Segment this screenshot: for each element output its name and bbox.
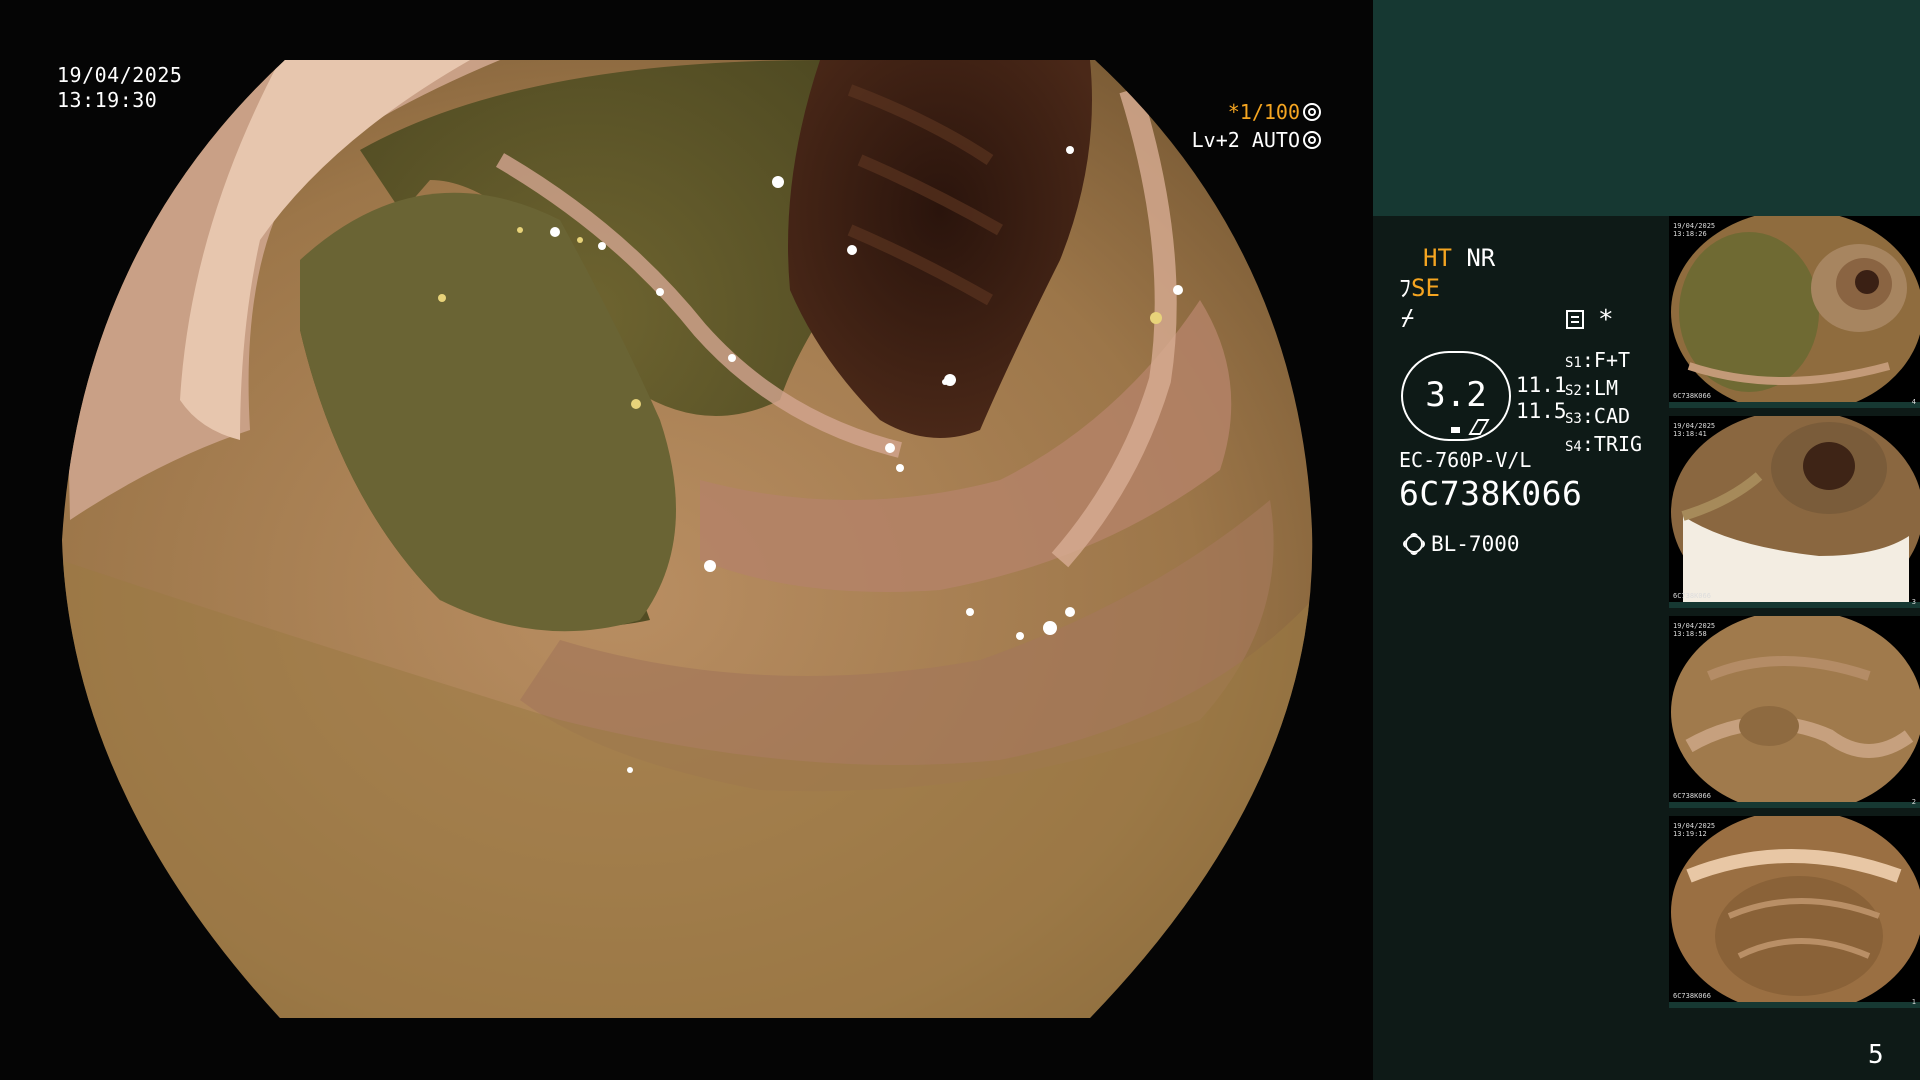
thumbnail-index: 4 — [1911, 398, 1916, 406]
shutter-line: *1/100 — [1192, 98, 1321, 126]
thumbnail-index: 3 — [1911, 598, 1916, 606]
gauge-readout-1: 11.1 — [1516, 373, 1567, 397]
thumbnail[interactable]: 19/04/2025 13:18:41 6C738K066 3 — [1669, 416, 1920, 608]
thumbnail-datetime: 19/04/2025 13:19:12 — [1673, 822, 1716, 838]
capture-thumbnails: 19/04/2025 13:18:26 6C738K066 4 19/04/202… — [1669, 216, 1920, 1016]
iris-line: Lv+2 AUTO — [1192, 126, 1321, 154]
thumbnail-bar — [1669, 402, 1920, 408]
scope-serial: 6C738K066 — [1399, 474, 1583, 513]
time-text: 13:19:30 — [57, 88, 158, 112]
mode-ht: HT — [1423, 244, 1452, 272]
switch-row: S4:TRIG — [1565, 432, 1643, 456]
thumbnail-serial: 6C738K066 — [1673, 992, 1711, 1000]
scope-model: EC-760P-V/L — [1399, 448, 1532, 472]
thumbnail-index: 1 — [1911, 998, 1916, 1006]
thumbnail-bar — [1669, 602, 1920, 608]
exposure-info: *1/100 Lv+2 AUTO — [1192, 98, 1321, 154]
thumbnail-image — [1671, 616, 1920, 808]
shutter-speed: 1/100 — [1239, 100, 1300, 124]
endoscope-image — [62, 60, 1313, 1018]
magnification-gauge: 3.2 — [1401, 351, 1511, 441]
thumbnail-image — [1671, 216, 1920, 408]
thumbnail-datetime: 19/04/2025 13:18:58 — [1673, 622, 1716, 638]
endoscope-view: 19/04/2025 13:19:30 *1/100 Lv+2 AUTO — [0, 0, 1373, 1080]
switch-row: S2:LM — [1565, 376, 1618, 400]
thumbnail[interactable]: 19/04/2025 13:18:26 6C738K066 4 — [1669, 216, 1920, 408]
mode-se: SE — [1411, 274, 1440, 302]
star-marker: * — [1598, 305, 1614, 335]
thumbnail-serial: 6C738K066 — [1673, 592, 1711, 600]
gauge-readout-2: 11.5 — [1516, 399, 1567, 423]
structure-enhance-line: ﾌSE — [1399, 274, 1440, 302]
thumbnail-index: 2 — [1911, 798, 1916, 806]
image-counter: 5 — [1868, 1040, 1884, 1070]
iris-mode: Lv+2 AUTO — [1191, 128, 1300, 152]
gauge-flag-icon — [1468, 419, 1490, 435]
light-source: BL-7000 — [1399, 532, 1520, 556]
light-source-model: BL-7000 — [1431, 532, 1520, 556]
thumbnail-bar — [1669, 802, 1920, 808]
date-text: 19/04/2025 — [57, 63, 183, 87]
shutter-prefix: * — [1227, 100, 1240, 124]
function-icon: ⌿ — [1401, 306, 1415, 331]
thumbnail-image — [1671, 416, 1920, 608]
gauge-readouts: 11.1 11.5 — [1516, 372, 1567, 424]
thumbnail-serial: 6C738K066 — [1673, 392, 1711, 400]
thumbnail-image — [1671, 816, 1920, 1008]
thumbnail[interactable]: 19/04/2025 13:19:12 6C738K066 1 — [1669, 816, 1920, 1008]
switch-assignments: S1:F+T S2:LM S3:CAD S4:TRIG — [1565, 348, 1642, 460]
mode-nr: NR — [1466, 244, 1496, 272]
iris-icon — [1303, 131, 1321, 149]
thumbnail-datetime: 19/04/2025 13:18:41 — [1673, 422, 1716, 438]
gauge-value: 3.2 — [1425, 375, 1487, 415]
enhance-icon: ﾌ — [1399, 274, 1411, 302]
thumbnail-serial: 6C738K066 — [1673, 792, 1711, 800]
gauge-mark — [1451, 427, 1460, 433]
image-mode-line: HT NR — [1423, 244, 1495, 272]
panel-header-area — [1373, 0, 1920, 216]
thumbnail-datetime: 19/04/2025 13:18:26 — [1673, 222, 1716, 238]
shutter-icon — [1303, 103, 1321, 121]
info-panel: HT NR ﾌSE ⌿ * 3.2 11.1 11.5 S1:F+T S2:LM… — [1373, 0, 1920, 1080]
thumbnail[interactable]: 19/04/2025 13:18:58 6C738K066 2 — [1669, 616, 1920, 808]
thumbnail-bar — [1669, 1002, 1920, 1008]
date-time-overlay: 19/04/2025 13:19:30 — [57, 63, 182, 113]
light-source-icon — [1405, 535, 1423, 553]
switch-row: S1:F+T — [1565, 348, 1631, 372]
memo-icon — [1566, 310, 1584, 329]
switch-row: S3:CAD — [1565, 404, 1631, 428]
